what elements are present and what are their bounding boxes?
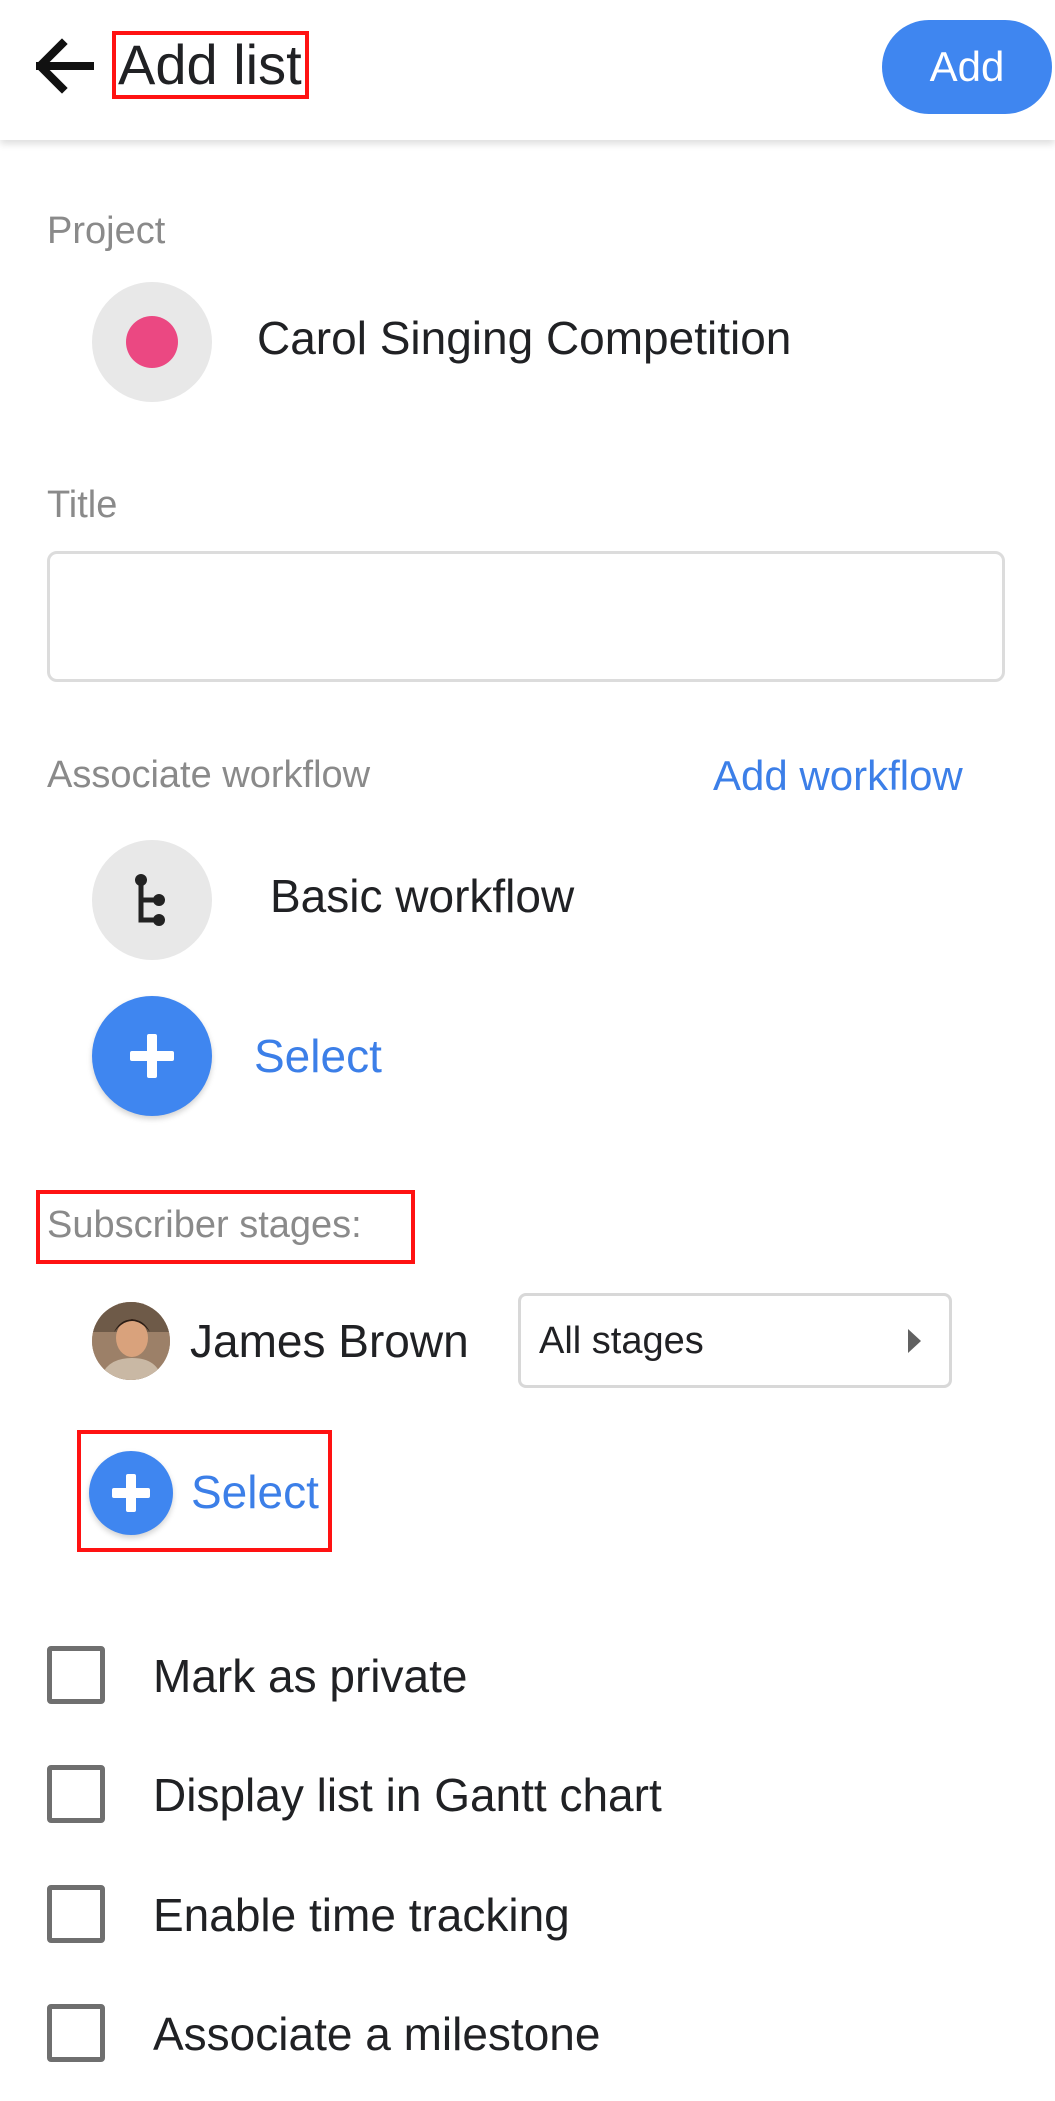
workflow-name[interactable]: Basic workflow: [270, 868, 574, 924]
title-input[interactable]: [47, 551, 1005, 682]
stage-dropdown[interactable]: All stages: [518, 1293, 952, 1388]
select-subscriber-button[interactable]: [89, 1451, 173, 1535]
mark-private-label[interactable]: Mark as private: [153, 1648, 467, 1704]
plus-icon: [112, 1474, 150, 1512]
avatar: [92, 1302, 170, 1380]
associate-workflow-label: Associate workflow: [47, 754, 371, 796]
page-title: Add list: [118, 33, 302, 96]
gantt-chart-label[interactable]: Display list in Gantt chart: [153, 1767, 662, 1823]
caret-right-icon: [908, 1329, 921, 1353]
workflow-icon-circle: [92, 840, 212, 960]
milestone-label[interactable]: Associate a milestone: [153, 2006, 600, 2062]
subscriber-stages-label: Subscriber stages:: [47, 1204, 362, 1246]
back-arrow-icon[interactable]: [34, 32, 96, 100]
project-label: Project: [47, 210, 166, 252]
add-button[interactable]: Add: [882, 20, 1052, 114]
milestone-checkbox[interactable]: [47, 2004, 105, 2062]
stage-dropdown-value: All stages: [539, 1320, 704, 1362]
add-workflow-link[interactable]: Add workflow: [713, 750, 963, 802]
select-workflow-button[interactable]: [92, 996, 212, 1116]
title-label: Title: [47, 484, 118, 526]
gantt-chart-checkbox[interactable]: [47, 1765, 105, 1823]
time-tracking-label[interactable]: Enable time tracking: [153, 1887, 570, 1943]
project-color-dot-icon: [126, 316, 178, 368]
mark-private-checkbox[interactable]: [47, 1646, 105, 1704]
select-subscriber-label[interactable]: Select: [191, 1464, 319, 1520]
select-workflow-label[interactable]: Select: [254, 1028, 382, 1084]
top-app-bar: Add list Add: [0, 0, 1055, 140]
project-name[interactable]: Carol Singing Competition: [257, 310, 791, 366]
plus-icon: [130, 1034, 174, 1078]
workflow-tree-icon: [135, 874, 165, 926]
subscriber-name: James Brown: [190, 1315, 469, 1367]
time-tracking-checkbox[interactable]: [47, 1885, 105, 1943]
project-color-swatch[interactable]: [92, 282, 212, 402]
